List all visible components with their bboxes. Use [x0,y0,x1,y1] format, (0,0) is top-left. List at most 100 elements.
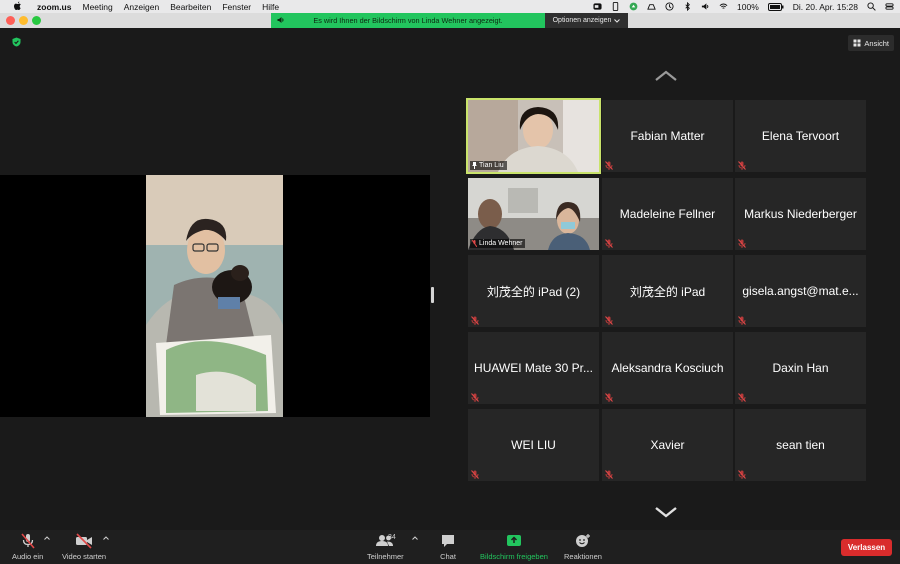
time-machine-icon[interactable] [665,2,674,11]
participant-name: Madeleine Fellner [619,207,716,221]
mic-muted-icon [605,393,613,402]
chat-button-label: Chat [440,552,456,561]
menubar-clock[interactable]: Di. 20. Apr. 15:28 [793,2,858,12]
gallery-page-up-button[interactable] [654,70,678,82]
participant-name: WEI LIU [511,438,556,452]
menu-app-name[interactable]: zoom.us [37,2,71,12]
participant-tile[interactable]: sean tien [735,409,866,481]
view-options-button[interactable]: Optionen anzeigen [545,13,628,28]
security-shield-icon[interactable] [12,37,21,47]
participant-tile[interactable]: Aleksandra Kosciuch [602,332,733,404]
speaker-icon [277,17,284,23]
gallery-page-down-button[interactable] [654,506,678,518]
phone-icon[interactable] [611,2,620,11]
participant-tile[interactable]: 刘茂全的 iPad [602,255,733,327]
participant-tile[interactable]: Tian Liu [466,98,601,174]
meeting-area: Ansicht Tian Liu Fabian Matter Elena Ter… [0,28,900,530]
participant-tile[interactable]: gisela.angst@mat.e... [735,255,866,327]
participant-name: sean tien [776,438,825,452]
participant-tile[interactable]: Daxin Han [735,332,866,404]
mic-muted-icon [471,316,479,325]
battery-icon[interactable] [767,2,784,11]
participants-options-caret[interactable] [412,536,418,543]
mic-muted-icon [738,239,746,248]
green-leaf-icon[interactable] [629,2,638,11]
chat-bubble-icon [442,535,454,547]
participant-tile[interactable]: Madeleine Fellner [602,178,733,250]
participant-name: Tian Liu [479,162,504,169]
participant-count: 34 [388,534,396,541]
mic-muted-icon [605,470,613,479]
macos-menu-bar: zoom.us Meeting Anzeigen Bearbeiten Fens… [0,0,900,13]
screen-share-banner-text: Es wird Ihnen der Bildschirm von Linda W… [313,16,503,25]
maximize-window-button[interactable] [32,16,41,25]
participant-tile[interactable]: HUAWEI Mate 30 Pr... [468,332,599,404]
chevron-up-icon [103,536,109,540]
chevron-down-icon [614,18,621,23]
chevron-up-icon [412,536,418,540]
menu-fenster[interactable]: Fenster [222,2,251,12]
spotlight-search-icon[interactable] [867,2,876,11]
wifi-icon[interactable] [719,2,728,11]
volume-icon[interactable] [701,2,710,11]
menu-hilfe[interactable]: Hilfe [262,2,279,12]
control-center-icon[interactable] [885,2,894,11]
apple-icon[interactable] [13,1,25,13]
menu-bearbeiten[interactable]: Bearbeiten [170,2,211,12]
mic-muted-icon [471,393,479,402]
mic-muted-icon [738,161,746,170]
battery-percentage: 100% [737,1,759,12]
view-options-label: Optionen anzeigen [552,17,612,24]
leave-meeting-button[interactable]: Verlassen [841,539,892,556]
audio-button-label: Audio ein [12,552,44,561]
share-screen-button-label: Bildschirm freigeben [480,552,548,561]
participant-name: 刘茂全的 iPad (2) [486,284,581,299]
close-window-button[interactable] [6,16,15,25]
active-speaker-video[interactable] [0,175,430,417]
participant-name: Elena Tervoort [761,129,840,143]
meeting-toolbar: Audio ein Video starten 34 Teilnehmer Ch… [0,530,900,564]
video-button-label: Video starten [62,552,107,561]
participant-tile[interactable]: Markus Niederberger [735,178,866,250]
audio-button[interactable]: Audio ein [12,533,43,561]
participant-name: HUAWEI Mate 30 Pr... [474,361,593,375]
speaker-video-frame [146,175,283,417]
chevron-up-icon [44,536,50,540]
mic-muted-icon [605,316,613,325]
share-screen-icon [506,535,521,546]
grid-view-icon [853,39,861,47]
view-button[interactable]: Ansicht [848,35,894,51]
screen-share-banner: Es wird Ihnen der Bildschirm von Linda W… [271,13,545,28]
chat-button[interactable]: Chat [440,533,456,561]
participant-tile[interactable]: 刘茂全的 iPad (2) [468,255,599,327]
participant-name: Xavier [650,438,685,452]
participant-name: Markus Niederberger [744,207,857,221]
menu-meeting[interactable]: Meeting [82,2,112,12]
view-button-label: Ansicht [864,38,889,48]
mic-muted-icon [738,470,746,479]
drive-icon[interactable] [647,2,656,11]
audio-options-caret[interactable] [44,536,50,543]
panel-resize-handle[interactable] [431,287,434,303]
pin-icon [472,162,477,169]
camera-off-icon [76,533,93,549]
participant-name: Daxin Han [772,361,829,375]
participants-button[interactable]: 34 Teilnehmer [367,533,404,561]
mic-muted-icon [471,470,479,479]
reactions-button-label: Reaktionen [564,552,602,561]
minimize-window-button[interactable] [19,16,28,25]
participant-tile[interactable]: Linda Wehner [468,178,599,250]
participant-tile[interactable]: WEI LIU [468,409,599,481]
participant-tile[interactable]: Elena Tervoort [735,100,866,172]
bluetooth-icon[interactable] [683,2,692,11]
participant-name: Linda Wehner [479,240,523,247]
participant-tile[interactable]: Fabian Matter [602,100,733,172]
video-options-caret[interactable] [103,536,109,543]
participant-tile[interactable]: Xavier [602,409,733,481]
mic-muted-icon [738,316,746,325]
menu-anzeigen[interactable]: Anzeigen [124,2,159,12]
share-screen-button[interactable]: Bildschirm freigeben [480,533,548,561]
video-button[interactable]: Video starten [62,533,106,561]
reactions-button[interactable]: Reaktionen [564,533,602,561]
zoom-status-icon[interactable] [593,2,602,11]
